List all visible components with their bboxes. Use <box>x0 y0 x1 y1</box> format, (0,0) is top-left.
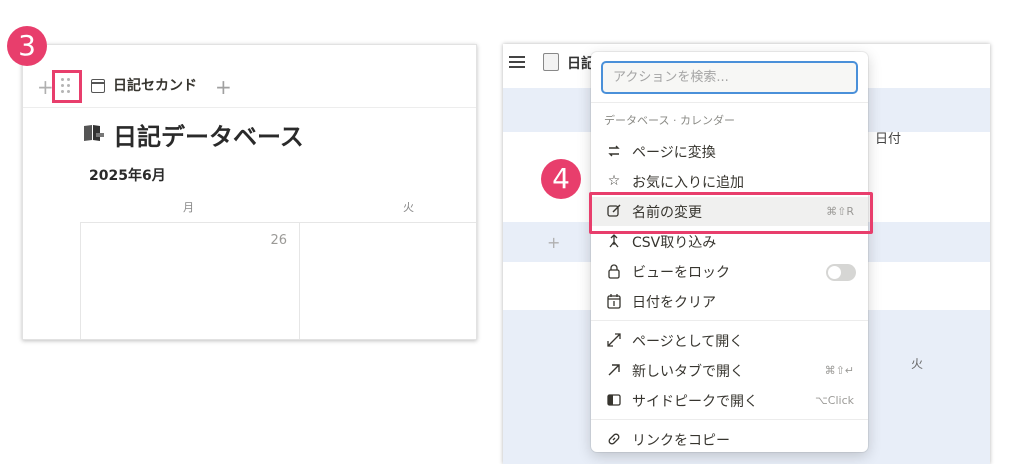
document-icon <box>543 53 559 71</box>
menu-section-label: データベース · カレンダー <box>604 114 735 127</box>
menu-item-copy-link[interactable]: リンクをコピー <box>591 425 868 452</box>
menu-item-open-side-peek[interactable]: サイドピークで開く ⌥Click <box>591 386 868 415</box>
menu-item-label: ページに変換 <box>632 145 716 161</box>
calendar-month: 2025年6月 <box>89 168 166 184</box>
lock-view-toggle[interactable] <box>826 264 856 281</box>
step-badge-3: 3 <box>7 26 47 66</box>
menu-item-clear-date[interactable]: 日付をクリア <box>591 287 868 316</box>
arrow-up-right-icon <box>608 364 620 376</box>
weekday-mon: 月 <box>183 201 194 214</box>
menu-divider <box>591 320 868 321</box>
convert-icon <box>608 145 620 157</box>
menu-item-open-new-tab[interactable]: 新しいタブで開く ⌘⇧↵ <box>591 356 868 385</box>
left-screenshot-panel: + 日記セカンド + 日記データベース 2025年6月 月 火 26 <box>22 44 477 340</box>
menu-item-label: 新しいタブで開く <box>632 364 744 380</box>
tab-bar <box>23 45 476 108</box>
calendar-icon <box>91 79 105 93</box>
menu-item-convert-to-page[interactable]: ページに変換 <box>591 137 868 166</box>
menu-item-label: CSV取り込み <box>632 235 717 251</box>
calendar-icon <box>607 294 621 309</box>
menu-item-lock-view[interactable]: ビューをロック <box>591 257 868 286</box>
menu-item-shortcut: ⌥Click <box>815 394 854 407</box>
date-column-header: 日付 <box>875 132 902 147</box>
book-icon <box>84 125 104 141</box>
import-icon <box>609 234 619 248</box>
action-search-input[interactable] <box>601 61 858 94</box>
weekday-tue: 火 <box>403 201 414 214</box>
menu-item-label: ビューをロック <box>632 265 730 281</box>
menu-item-shortcut: ⌘⇧↵ <box>824 364 854 377</box>
menu-item-label: ページとして開く <box>632 334 744 350</box>
side-peek-icon <box>607 394 621 406</box>
expand-icon <box>607 333 621 347</box>
calendar-date: 26 <box>270 233 287 248</box>
menu-item-label: サイドピークで開く <box>632 394 758 410</box>
add-block-button[interactable]: + <box>547 233 560 252</box>
step-badge-4: 4 <box>541 159 581 199</box>
calendar-grid: 26 <box>80 222 476 339</box>
menu-icon[interactable] <box>509 56 525 68</box>
menu-item-label: お気に入りに追加 <box>632 175 744 191</box>
menu-item-label: 日付をクリア <box>632 295 716 311</box>
menu-divider <box>591 419 868 420</box>
database-title: 日記データベース <box>113 123 304 151</box>
menu-item-open-as-page[interactable]: ページとして開く <box>591 326 868 355</box>
drag-handle-icon[interactable] <box>60 77 72 95</box>
menu-item-label: リンクをコピー <box>632 433 730 449</box>
tab-diary-second[interactable]: 日記セカンド <box>113 75 197 95</box>
link-icon <box>608 433 620 445</box>
weekday-tue: 火 <box>911 357 924 371</box>
add-view-button[interactable]: + <box>215 75 232 99</box>
action-menu: データベース · カレンダー ページに変換 ☆ お気に入りに追加 名前の変更 ⌘… <box>591 52 868 452</box>
calendar-cell[interactable]: 26 <box>80 223 300 339</box>
star-icon: ☆ <box>607 173 621 189</box>
menu-divider <box>591 102 868 103</box>
rename-highlight <box>589 192 873 234</box>
lock-icon <box>608 264 620 279</box>
